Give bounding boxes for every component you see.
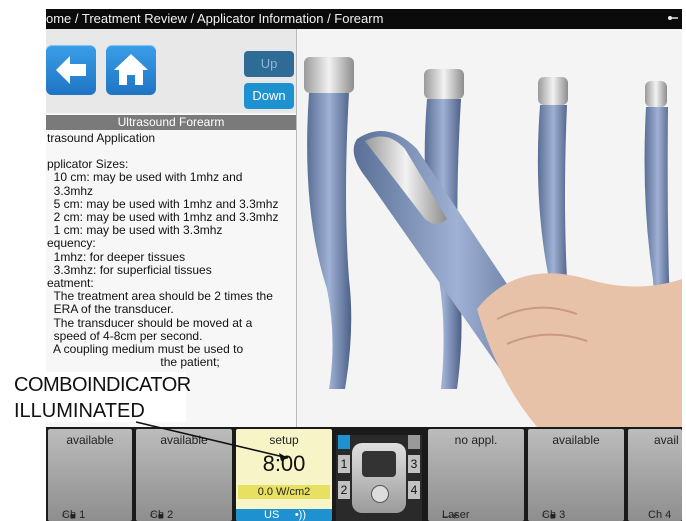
callout-arrow (135, 421, 289, 461)
